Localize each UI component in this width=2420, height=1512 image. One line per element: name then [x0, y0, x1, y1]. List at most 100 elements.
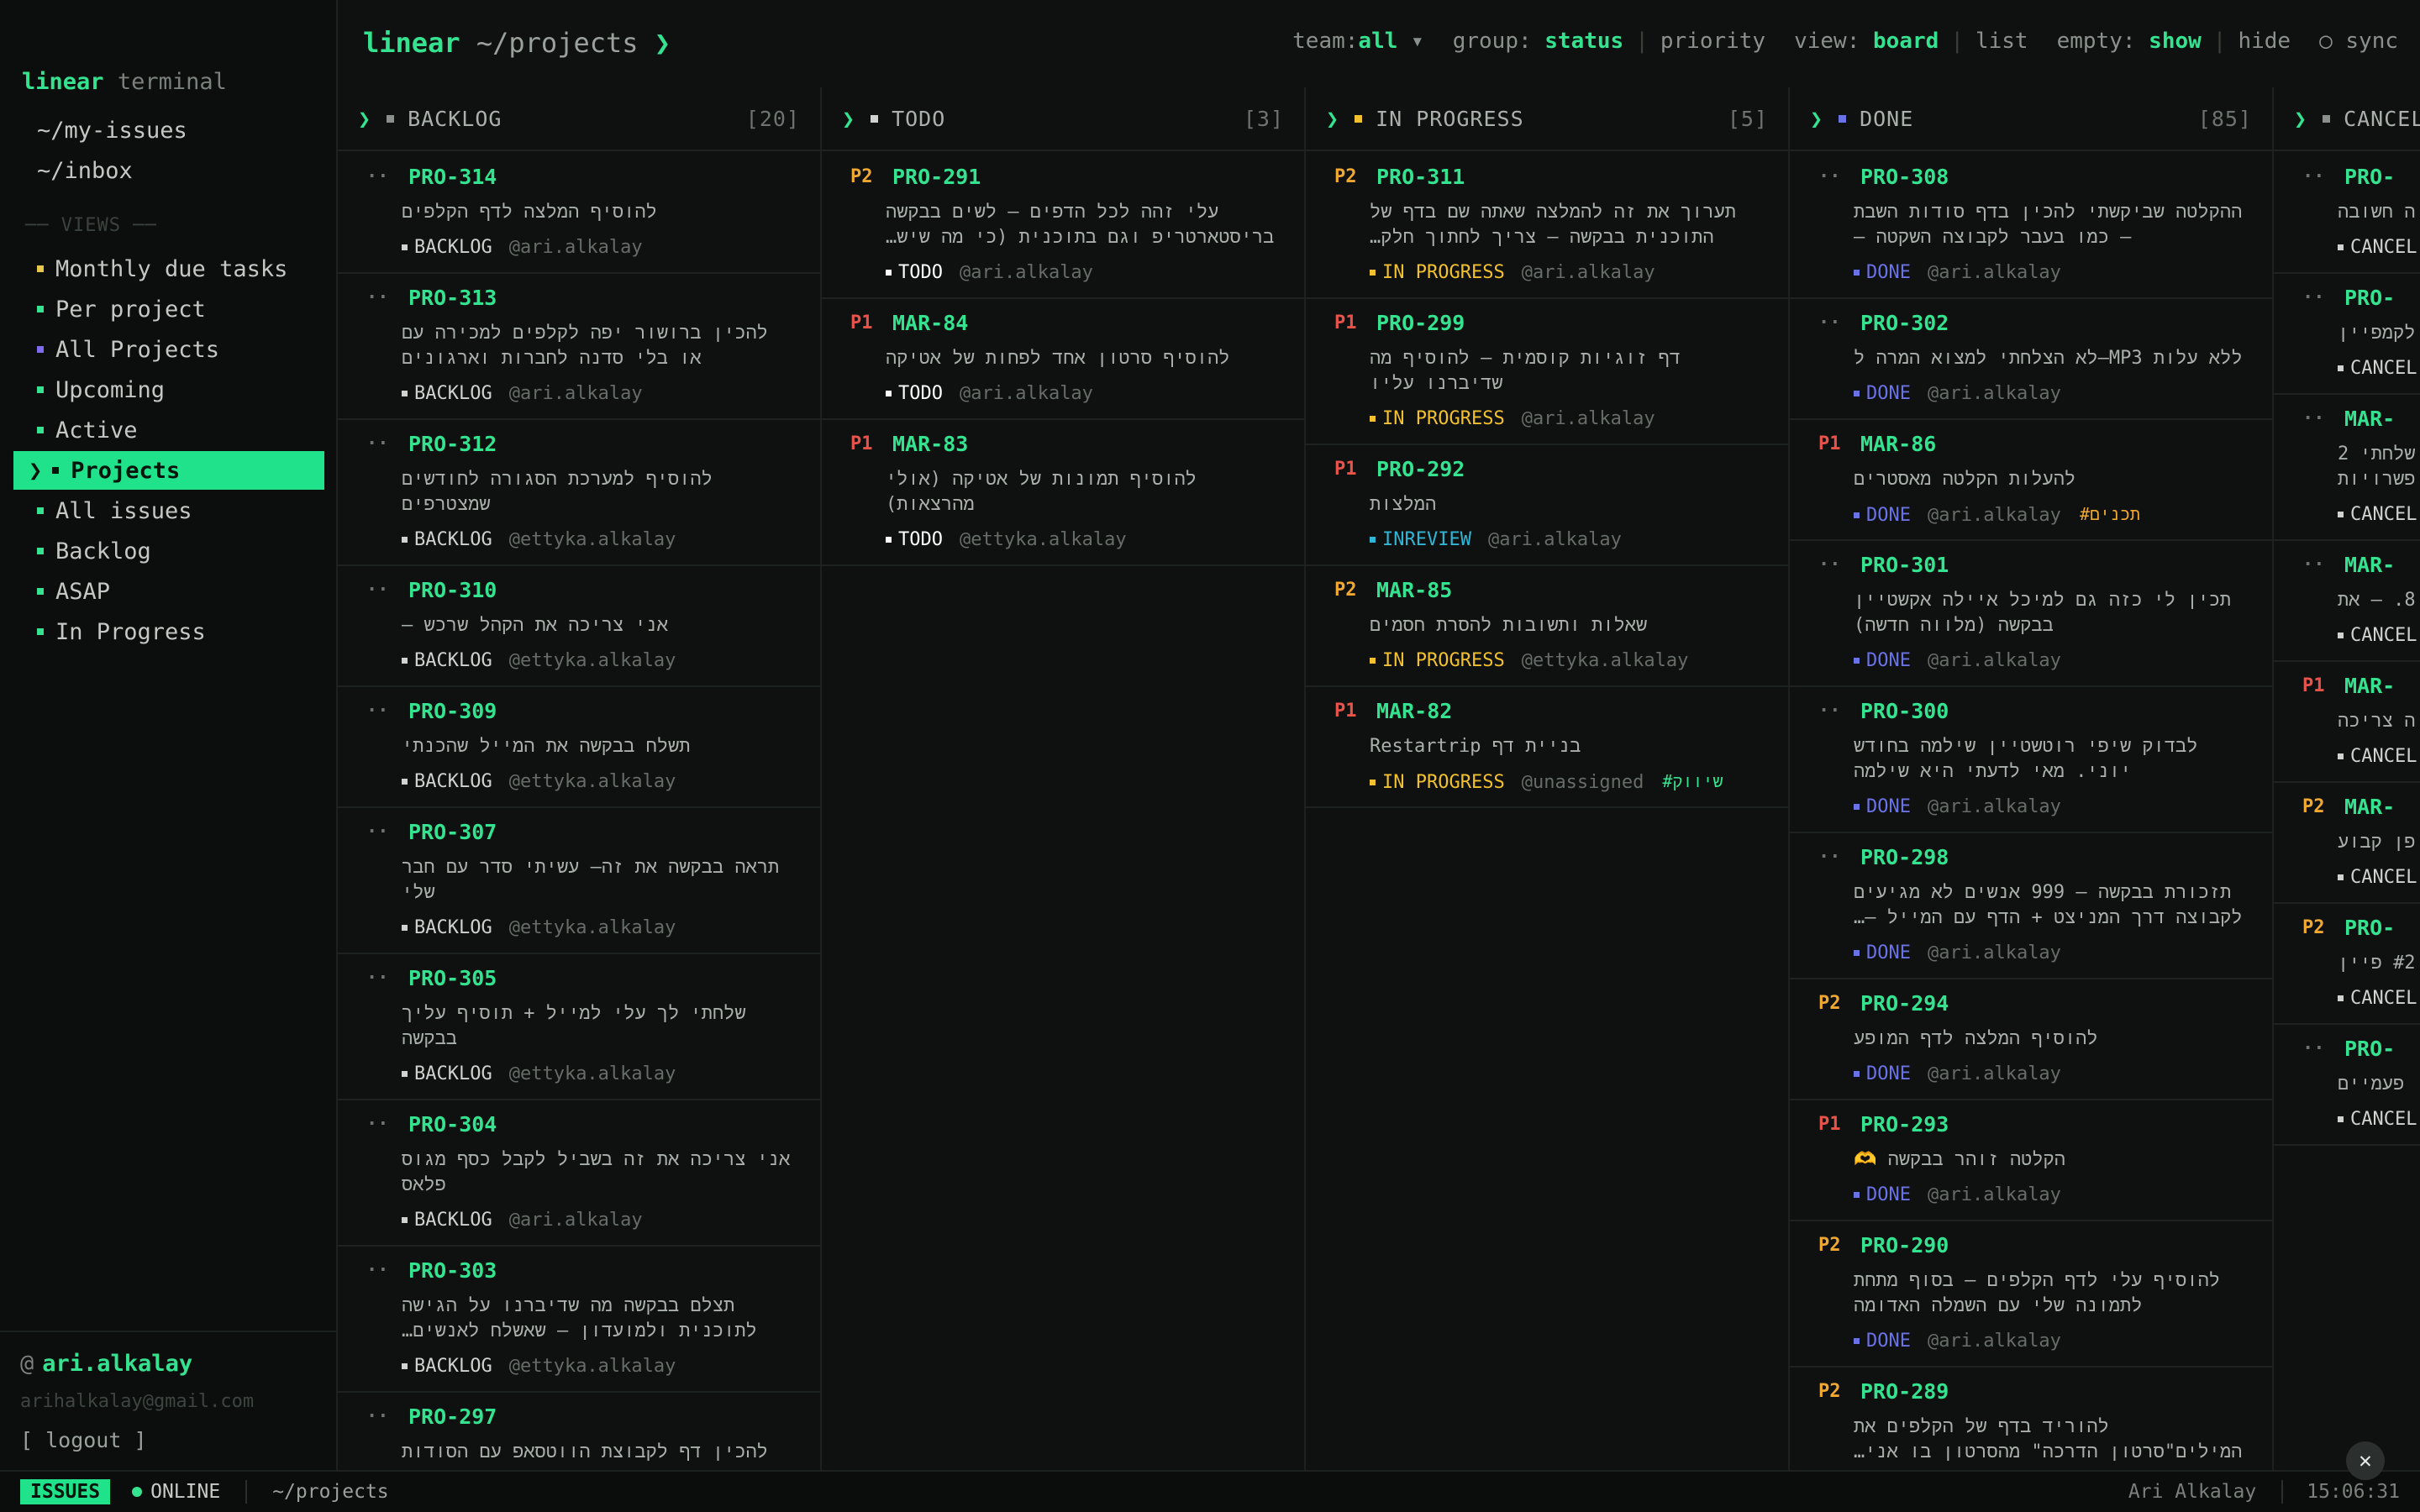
sidebar-view-item[interactable]: Per project [13, 290, 324, 328]
empty-show-option[interactable]: show [2149, 29, 2202, 54]
issue-title: להכין ברושור יפה לקלפים למכירה עם או בלי… [402, 323, 768, 369]
issue-card[interactable]: P2 PRO-294 להוסיף המלצה לדף המופע DONE @ari.… [1790, 979, 2272, 1100]
issue-card[interactable]: ·· PRO- לקמפיין CANCEL [2274, 274, 2420, 395]
issue-card[interactable]: ·· PRO-303 תצלם בבקשה מה שדיברנו על הגישה … [338, 1247, 820, 1393]
issue-id[interactable]: MAR- [2344, 407, 2395, 431]
issue-id[interactable]: MAR-84 [892, 311, 968, 335]
issue-card[interactable]: ·· PRO-310 אני צריכה את הקהל שרכש – BACKLOG… [338, 566, 820, 687]
sidebar-view-item[interactable]: ASAP [13, 572, 324, 611]
issue-id[interactable]: PRO-289 [1860, 1379, 1949, 1404]
issue-id[interactable]: PRO- [2344, 916, 2395, 940]
issue-id[interactable]: PRO-305 [408, 966, 497, 990]
issue-id[interactable]: PRO-293 [1860, 1112, 1949, 1137]
issue-id[interactable]: PRO-302 [1860, 311, 1949, 335]
issue-id[interactable]: PRO-308 [1860, 165, 1949, 189]
issue-card[interactable]: ·· MAR- שלחתי 2 פשרויות CANCEL [2274, 395, 2420, 541]
issue-id[interactable]: PRO-300 [1860, 699, 1949, 723]
issue-card[interactable]: P1 MAR-84 להוסיף סרטון אחד לפחות של אטיקה T… [822, 299, 1304, 420]
sidebar-view-item[interactable]: Monthly due tasks [13, 249, 324, 288]
issue-id[interactable]: MAR-82 [1376, 699, 1452, 723]
issue-id[interactable]: PRO-298 [1860, 845, 1949, 869]
issue-card[interactable]: ·· PRO- פעמיים CANCEL [2274, 1025, 2420, 1146]
issue-id[interactable]: PRO-303 [408, 1258, 497, 1283]
nav-inbox[interactable]: ~/inbox [37, 158, 133, 184]
sync-button[interactable]: ○ sync [2319, 29, 2398, 54]
issue-card[interactable]: P2 PRO-290 להוסיף עלי לדף הקלפים – בסוף מת… [1790, 1221, 2272, 1368]
issue-card[interactable]: P1 MAR- ה צריכה CANCEL [2274, 662, 2420, 783]
close-icon[interactable]: ✕ [2346, 1441, 2385, 1480]
group-priority-option[interactable]: priority [1660, 29, 1765, 54]
issue-card[interactable]: ·· PRO-305 שלחתי לך עלי למייל + תוסיף עליך… [338, 954, 820, 1100]
issue-card[interactable]: P2 PRO-289 להוריד בדף של הקלפים את המילים"… [1790, 1368, 2272, 1470]
issue-id[interactable]: MAR-83 [892, 432, 968, 456]
sidebar-view-item[interactable]: All issues [13, 491, 324, 530]
issue-id[interactable]: MAR-85 [1376, 578, 1452, 602]
issue-card[interactable]: ·· PRO-312 להוסיף למערכת הסגורה לחודשים שמ… [338, 420, 820, 566]
issue-card[interactable]: ·· PRO-313 להכין ברושור יפה לקלפים למכירה … [338, 274, 820, 420]
issue-id[interactable]: PRO- [2344, 165, 2395, 189]
empty-hide-option[interactable]: hide [2238, 29, 2291, 54]
issue-id[interactable]: PRO-301 [1860, 553, 1949, 577]
issue-card[interactable]: P1 MAR-86 להעלות הקלטה מאסטרים DONE @ari.alk… [1790, 420, 2272, 541]
issue-card[interactable]: P2 MAR-85 שאלות ותשובות להסרת חסמים IN PROG… [1306, 566, 1788, 687]
issue-id[interactable]: PRO- [2344, 286, 2395, 310]
issue-id[interactable]: PRO-297 [408, 1404, 497, 1429]
issue-id[interactable]: PRO-312 [408, 432, 497, 456]
issue-id[interactable]: PRO- [2344, 1037, 2395, 1061]
issue-id[interactable]: PRO-313 [408, 286, 497, 310]
issue-card[interactable]: ·· PRO-301 תכין לי כזה גם למיכל איילה אקשט… [1790, 541, 2272, 687]
issue-card[interactable]: ·· PRO-300 לבדוק שיפי רוטשטיין שילמה בחודש… [1790, 687, 2272, 833]
issue-card[interactable]: ·· PRO-304 אני צריכה את זה בשביל לקבל כסף … [338, 1100, 820, 1247]
issue-id[interactable]: PRO-292 [1376, 457, 1465, 481]
issue-card[interactable]: P1 PRO-299 דף זוגיות קוסמית – להוסיף מה שד… [1306, 299, 1788, 445]
group-status-option[interactable]: status [1544, 29, 1623, 54]
issue-card[interactable]: ·· PRO-308 ההקלטה שביקשתי להכין בדף סודות … [1790, 153, 2272, 299]
sidebar-view-item[interactable]: In Progress [13, 612, 324, 651]
issue-id[interactable]: MAR-86 [1860, 432, 1936, 456]
issue-id[interactable]: PRO-311 [1376, 165, 1465, 189]
column-header[interactable]: ❯ DONE [85] [1790, 87, 2272, 151]
issue-id[interactable]: MAR- [2344, 553, 2395, 577]
issue-card[interactable]: ·· PRO-297 להכין דף לקבוצת הווטסאפ עם הסוד… [338, 1393, 820, 1470]
issue-id[interactable]: PRO-314 [408, 165, 497, 189]
issue-card[interactable]: ·· PRO-298 תזכורת בבקשה – 999 אנשים לא מגי… [1790, 833, 2272, 979]
issue-card[interactable]: ·· PRO-307 תראה בבקשה את זה– עשיתי סדר עם … [338, 808, 820, 954]
issue-card[interactable]: ·· PRO-314 להוסיף המלצה לדף הקלפים BACKLOG @… [338, 153, 820, 274]
column-header[interactable]: ❯ BACKLOG [20] [338, 87, 820, 151]
issue-card[interactable]: ·· PRO-309 תשלח בבקשה את המייל שהכנתי BACKL… [338, 687, 820, 808]
issue-card[interactable]: P1 PRO-293 הקלטה זוהר בבקשה 🫶 DONE @ari.alka… [1790, 1100, 2272, 1221]
issue-card[interactable]: P2 PRO-311 תערוך את זה להמלצה שאתה שם בדף … [1306, 153, 1788, 299]
nav-my-issues[interactable]: ~/my-issues [37, 118, 187, 144]
logout-button[interactable]: [ logout ] [20, 1428, 147, 1452]
issue-id[interactable]: PRO-304 [408, 1112, 497, 1137]
issue-id[interactable]: PRO-310 [408, 578, 497, 602]
view-list-option[interactable]: list [1975, 29, 2028, 54]
issue-id[interactable]: MAR- [2344, 674, 2395, 698]
issue-card[interactable]: ·· MAR- 8. – את בקרוב. CANCEL [2274, 541, 2420, 662]
issue-id[interactable]: PRO-309 [408, 699, 497, 723]
issue-card[interactable]: P2 PRO-291 עלי זהה לכל הדפים – לשים בבקשה … [822, 153, 1304, 299]
issue-card[interactable]: P2 MAR- פן קבוע CANCEL [2274, 783, 2420, 904]
issue-id[interactable]: MAR- [2344, 795, 2395, 819]
issue-card[interactable]: P1 MAR-82 בניית דף Restartrip IN PROGRESS @u… [1306, 687, 1788, 808]
sidebar-view-item[interactable]: All Projects [13, 330, 324, 369]
sidebar-view-item[interactable]: Backlog [13, 532, 324, 570]
issue-id[interactable]: PRO-294 [1860, 991, 1949, 1016]
sidebar-view-item[interactable]: Active [13, 411, 324, 449]
issue-card[interactable]: P1 MAR-83 להוסיף תמונות של אטיקה (אולי מהר… [822, 420, 1304, 566]
issue-card[interactable]: ·· PRO-302 ללא עלות MP3–לא הצלחתי למצוא המ… [1790, 299, 2272, 420]
issue-id[interactable]: PRO-299 [1376, 311, 1465, 335]
view-board-option[interactable]: board [1873, 29, 1939, 54]
issue-card[interactable]: P1 PRO-292 המלצות INREVIEW @ari.alkalay [1306, 445, 1788, 566]
column-header[interactable]: ❯ TODO [3] [822, 87, 1304, 151]
issue-card[interactable]: P2 PRO- #2 פיין CANCEL [2274, 904, 2420, 1025]
column-header[interactable]: ❯ CANCEL [2274, 87, 2420, 151]
issue-id[interactable]: PRO-291 [892, 165, 981, 189]
column-header[interactable]: ❯ IN PROGRESS [5] [1306, 87, 1788, 151]
sidebar-view-item[interactable]: ❯ Projects [13, 451, 324, 490]
team-filter[interactable]: team:all ▾ [1292, 29, 1424, 54]
issue-id[interactable]: PRO-290 [1860, 1233, 1949, 1257]
sidebar-view-item[interactable]: Upcoming [13, 370, 324, 409]
issue-id[interactable]: PRO-307 [408, 820, 497, 844]
issue-card[interactable]: ·· PRO- ה חשובה CANCEL [2274, 153, 2420, 274]
